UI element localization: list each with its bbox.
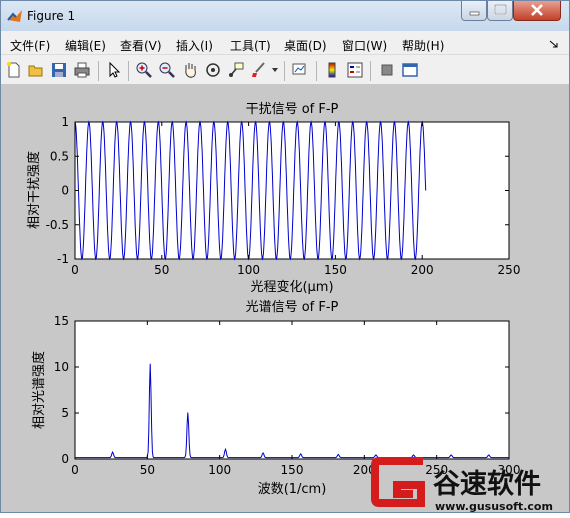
- toolbar-separator: [316, 61, 317, 81]
- rotate-3d-icon[interactable]: [204, 61, 222, 79]
- menu-file[interactable]: 文件(F): [10, 37, 50, 54]
- link-plot-icon[interactable]: [291, 61, 309, 79]
- x-axis-label: 光程变化(μm): [250, 279, 333, 295]
- matlab-icon: [7, 10, 22, 22]
- axes-interference[interactable]: 0 50 100 150 200 250 -1 -0.5 0 0.5 1 干扰信号 of F-P 光…: [26, 102, 520, 295]
- menu-bar: 文件(F) 编辑(E) 查看(V) 插入(I) 工具(T) 桌面(D) 窗口(W…: [1, 31, 569, 55]
- menu-help[interactable]: 帮助(H): [402, 37, 444, 54]
- menu-insert[interactable]: 插入(I): [176, 37, 213, 54]
- y-tick-label: -0.5: [46, 218, 69, 232]
- legend-icon[interactable]: [346, 61, 364, 79]
- minimize-button[interactable]: [461, 1, 487, 21]
- maximize-icon: [494, 4, 507, 15]
- y-tick-label: 0: [61, 184, 69, 198]
- new-file-icon[interactable]: [5, 61, 23, 79]
- menubar-arrow-icon[interactable]: [549, 39, 559, 49]
- watermark: 谷速软件 www.gususoft.com: [371, 455, 570, 514]
- watermark-brand: 谷速软件: [433, 469, 541, 500]
- toolbar-separator: [98, 61, 99, 81]
- toolbar-separator: [370, 61, 371, 81]
- window-title: Figure 1: [27, 9, 76, 23]
- show-plot-tools-icon[interactable]: [401, 61, 419, 79]
- hide-plot-tools-icon[interactable]: [378, 61, 396, 79]
- x-tick-label: 200: [411, 263, 434, 277]
- x-tick-label: 250: [498, 263, 521, 277]
- brush-dropdown-icon[interactable]: [271, 67, 279, 73]
- menu-window[interactable]: 窗口(W): [342, 37, 387, 54]
- data-cursor-icon[interactable]: [227, 61, 245, 79]
- toolbar-separator: [284, 61, 285, 81]
- zoom-out-icon[interactable]: [158, 61, 176, 79]
- maximize-button[interactable]: [487, 1, 513, 21]
- watermark-url: www.gususoft.com: [435, 500, 553, 513]
- plots-svg: 0 50 100 150 200 250-1-0.500.51 干扰信号 of F-P 光…: [26, 102, 520, 497]
- menu-desktop[interactable]: 桌面(D): [284, 37, 327, 54]
- print-icon[interactable]: [73, 61, 91, 79]
- pan-hand-icon[interactable]: [181, 61, 199, 79]
- y-axis-label: 相对光谱强度: [31, 351, 47, 429]
- minimize-icon: [469, 11, 480, 16]
- x-axis-label: 波数(1/cm): [258, 482, 327, 497]
- y-axis-label: 相对干扰强度: [26, 151, 42, 229]
- menu-edit[interactable]: 编辑(E): [65, 37, 106, 54]
- x-tick-label: 150: [324, 263, 347, 277]
- colorbar-icon[interactable]: [323, 61, 341, 79]
- axes-box: [74, 320, 510, 460]
- figure-window: Figure 1 文件(F) 编辑(E) 查看(V) 插入(I) 工具(T) 桌…: [0, 0, 570, 513]
- toolbar-separator: [128, 61, 129, 81]
- y-tick-label: 0: [61, 452, 69, 466]
- figure-canvas: 0 50 100 150 200 250 -1 -0.5 0 0.5 1 干扰信号 of F-P 光…: [1, 85, 569, 512]
- x-tick-label: 150: [281, 463, 304, 477]
- toolbar: [1, 55, 569, 85]
- x-tick-label: 50: [154, 263, 169, 277]
- menu-view[interactable]: 查看(V): [120, 37, 162, 54]
- gususoft-logo: 谷速软件 www.gususoft.com: [371, 457, 553, 513]
- y-tick-label: 5: [61, 406, 69, 420]
- y-tick-label: 15: [54, 314, 69, 328]
- x-tick-label: 50: [140, 463, 155, 477]
- x-tick-label: 100: [237, 263, 260, 277]
- menu-tools[interactable]: 工具(T): [230, 37, 271, 54]
- zoom-in-icon[interactable]: [135, 61, 153, 79]
- x-tick-label: 0: [71, 463, 79, 477]
- chart-title: 干扰信号 of F-P: [246, 102, 339, 117]
- y-tick-label: 10: [54, 360, 69, 374]
- title-bar[interactable]: Figure 1: [1, 1, 569, 31]
- close-icon: [531, 4, 543, 16]
- open-folder-icon[interactable]: [27, 61, 45, 79]
- save-icon[interactable]: [50, 61, 68, 79]
- y-tick-label: 1: [61, 115, 69, 129]
- pointer-icon[interactable]: [105, 61, 123, 79]
- x-tick-label: 100: [208, 463, 231, 477]
- y-tick-label: -1: [57, 252, 69, 266]
- chart-title: 光谱信号 of F-P: [246, 300, 339, 315]
- brush-icon[interactable]: [250, 61, 268, 79]
- close-button[interactable]: [513, 1, 561, 21]
- y-tick-label: 0.5: [50, 149, 69, 163]
- x-tick-label: 0: [71, 263, 79, 277]
